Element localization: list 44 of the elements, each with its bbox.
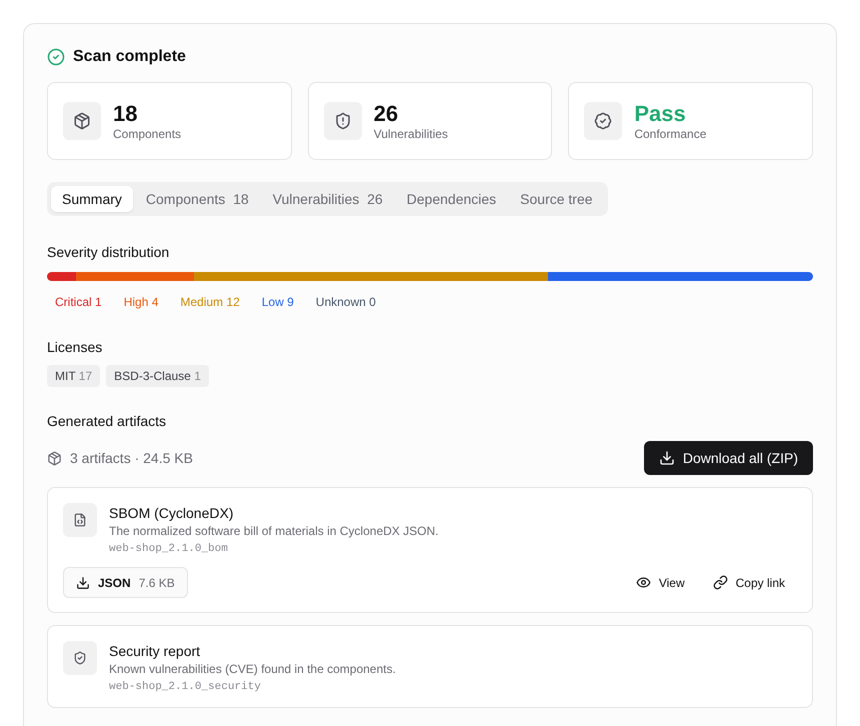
package-icon <box>47 450 62 466</box>
stat-label: Components <box>113 127 182 141</box>
tab[interactable]: Dependencies <box>396 186 508 212</box>
tab[interactable]: Summary <box>51 186 133 212</box>
artifact-title: SBOM (CycloneDX) <box>109 505 234 521</box>
eye-icon <box>636 575 651 590</box>
artifact-description: The normalized software bill of materials in CycloneDX JSON. <box>109 524 438 538</box>
artifact-action[interactable]: Copy link <box>712 575 785 590</box>
severity-label: Medium 12 <box>180 295 240 309</box>
file-download-button[interactable]: JSON 7.6 KB <box>63 567 188 598</box>
severity-label: Low 9 <box>262 295 294 309</box>
stat-icon <box>63 102 101 140</box>
stat-value: Pass <box>634 101 687 127</box>
artifact-action[interactable]: View <box>636 575 685 590</box>
artifact-summary: 3 artifacts · 24.5 KB <box>70 450 193 466</box>
artifact-icon <box>63 503 97 537</box>
severity-label: Critical 1 <box>55 295 102 309</box>
link-icon <box>712 575 728 590</box>
check-circle-icon <box>47 48 65 66</box>
artifact-title: Security report <box>109 643 202 659</box>
download-icon <box>76 576 90 590</box>
status-title: Scan complete <box>73 48 186 66</box>
download-all-button[interactable]: Download all (ZIP) <box>644 441 813 475</box>
stat-icon <box>324 102 362 140</box>
tab[interactable]: Source tree <box>509 186 604 212</box>
severity-label: Unknown 0 <box>316 295 376 309</box>
stat-value: 18 <box>113 101 138 127</box>
section-title: Severity distribution <box>47 244 170 260</box>
section-title: Licenses <box>47 339 104 355</box>
stat-label: Vulnerabilities <box>374 127 448 141</box>
tab[interactable]: Vulnerabilities 26 <box>262 186 394 212</box>
download-icon <box>658 450 675 466</box>
artifact-icon <box>63 641 97 675</box>
license-tag: MIT 17 <box>47 365 100 387</box>
tab[interactable]: Components 18 <box>134 186 260 212</box>
stat-label: Conformance <box>634 127 706 141</box>
artifact-filename: web-shop_2.1.0_security <box>109 681 262 693</box>
severity-label: High 4 <box>124 295 158 309</box>
section-title: Generated artifacts <box>47 413 168 429</box>
artifact-description: Known vulnerabilities (CVE) found in the components. <box>109 662 396 676</box>
stat-value: 26 <box>374 101 400 127</box>
stat-icon <box>584 102 622 140</box>
license-tag: BSD-3-Clause 1 <box>106 365 209 387</box>
artifact-filename: web-shop_2.1.0_bom <box>109 543 229 555</box>
